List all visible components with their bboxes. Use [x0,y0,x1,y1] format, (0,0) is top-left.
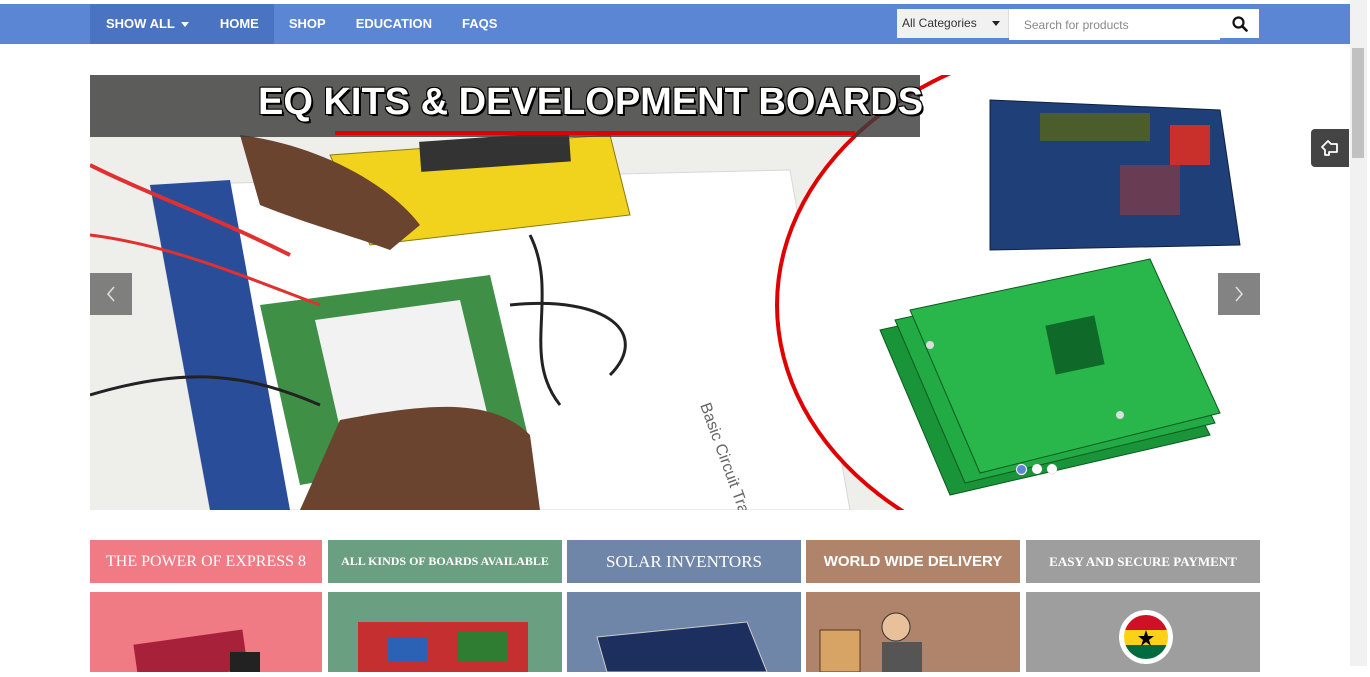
promo-tiles: THE POWER OF EXPRESS 8 ALL KINDS OF BOAR… [90,540,1260,677]
promo-tile-solar[interactable]: SOLAR INVENTORS [567,540,801,673]
promo-image [90,592,322,677]
show-all-menu[interactable]: SHOW ALL [90,4,205,44]
slider-dot-2[interactable] [1032,464,1042,474]
solar-panel-image [596,621,768,673]
promo-image [1026,592,1260,672]
promo-title: SOLAR INVENTORS [567,540,801,583]
scrollbar-thumb[interactable] [1352,48,1364,158]
category-selected: All Categories [902,16,977,30]
promo-title: EASY AND SECURE PAYMENT [1026,540,1260,583]
promo-image [567,592,801,673]
promo-image [328,592,562,672]
promo-title: ALL KINDS OF BOARDS AVAILABLE [328,540,562,583]
hero-slider: Basic Circuit Trainer EQ KITS & DEVELOPM… [90,75,1260,510]
development-boards-image [879,99,1241,496]
search-button[interactable] [1220,9,1259,38]
search-input[interactable] [1008,9,1221,40]
promo-tile-payment[interactable]: EASY AND SECURE PAYMENT [1026,540,1260,672]
dropdown-arrow-icon [991,21,1000,26]
slider-dot-3[interactable] [1047,464,1057,474]
promo-title: THE POWER OF EXPRESS 8 [90,540,322,583]
nav-item-faqs[interactable]: FAQS [447,4,512,44]
slider-next-button[interactable] [1218,273,1260,315]
red-board-image [133,629,260,677]
slider-pagination [1016,464,1057,475]
show-all-label: SHOW ALL [106,16,175,31]
nav-item-education[interactable]: EDUCATION [341,4,447,44]
category-select[interactable]: All Categories [897,9,1009,38]
nav-item-home[interactable]: HOME [204,4,274,44]
caret-down-icon [180,22,189,28]
cursor-hand-icon [1321,140,1338,156]
slider-prev-button[interactable] [90,273,132,315]
chevron-right-icon [1235,286,1244,302]
promo-image [806,592,1020,673]
nav-menu: SHOW ALL HOME SHOP EDUCATION FAQS [90,4,512,44]
slide-title: EQ KITS & DEVELOPMENT BOARDS [258,81,924,123]
side-tool-button[interactable] [1311,129,1349,167]
slide-title-banner: EQ KITS & DEVELOPMENT BOARDS [90,75,924,137]
ghana-flag-pin-icon [1119,610,1173,664]
promo-tile-boards[interactable]: ALL KINDS OF BOARDS AVAILABLE [328,540,562,672]
promo-tile-express[interactable]: THE POWER OF EXPRESS 8 [90,540,322,677]
promo-title: WORLD WIDE DELIVERY [806,540,1020,583]
delivery-man-image [819,612,922,673]
product-search-bar: All Categories [897,9,1259,40]
slider-dot-1[interactable] [1016,464,1027,475]
chevron-left-icon [106,286,115,302]
title-underline [335,131,855,135]
nav-item-shop[interactable]: SHOP [274,4,341,44]
search-icon [1231,15,1248,32]
assorted-boards-image [358,622,528,672]
promo-tile-delivery[interactable]: WORLD WIDE DELIVERY [806,540,1020,673]
main-navbar: SHOW ALL HOME SHOP EDUCATION FAQS All Ca… [0,4,1350,44]
